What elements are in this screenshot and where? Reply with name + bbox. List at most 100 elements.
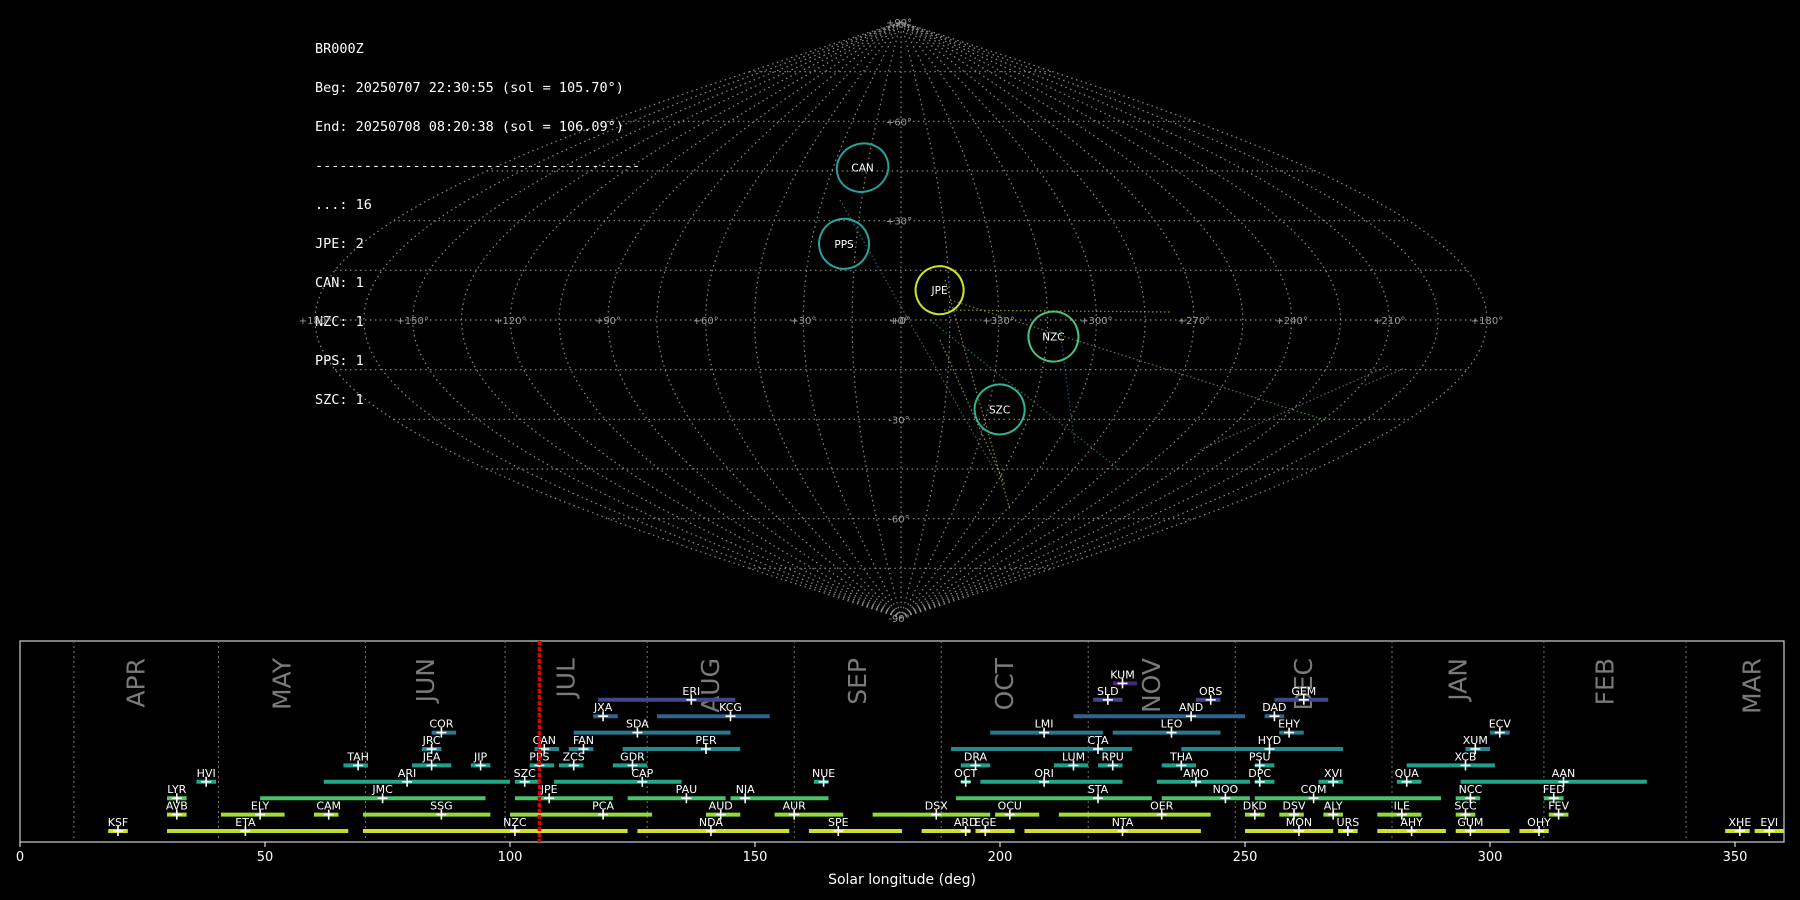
shower-label: DSX <box>925 800 948 813</box>
shower-ors: ORS <box>1196 685 1222 705</box>
shower-label: PER <box>695 734 717 747</box>
shower-label: DKD <box>1243 800 1267 813</box>
shower-label: OHY <box>1527 816 1551 829</box>
shower-label: GUM <box>1457 816 1483 829</box>
shower-label: NCC <box>1459 783 1483 796</box>
shower-scc: SCC <box>1454 800 1477 820</box>
month-label-apr: APR <box>122 658 151 708</box>
longitude-label: +150° <box>396 316 428 327</box>
shower-label: HYD <box>1258 734 1281 747</box>
shower-label: CAP <box>631 767 653 780</box>
shower-label: XVI <box>1324 767 1342 780</box>
shower-label: SDA <box>626 718 649 731</box>
sky-map: +180° +150° +120° +90° +60° +30° +0° +330° +300°… <box>299 18 1503 625</box>
shower-label: KSF <box>108 816 129 829</box>
shower-label: EHY <box>1278 718 1300 731</box>
shower-xhe: XHE <box>1725 816 1751 836</box>
longitude-label: +30° <box>790 316 816 327</box>
shower-label: ARI <box>398 767 416 780</box>
longitude-label: +240° <box>1275 316 1307 327</box>
shower-label: HVI <box>197 767 216 780</box>
month-label-jun: JUN <box>411 658 440 704</box>
shower-label: ILE <box>1394 800 1410 813</box>
shower-sld: SLD <box>1093 685 1123 705</box>
month-label-jan: JAN <box>1443 658 1472 703</box>
shower-label: AHY <box>1400 816 1423 829</box>
shower-label: DAD <box>1262 701 1286 714</box>
meteor-shower-report: BR000Z Beg: 20250707 22:30:55 (sol = 105… <box>0 0 1800 900</box>
shower-label: AAN <box>1552 767 1576 780</box>
x-tick-label: 250 <box>1233 850 1258 865</box>
shower-urs: URS <box>1337 816 1359 836</box>
month-label-oct: OCT <box>990 657 1019 710</box>
shower-label: CTA <box>1087 734 1109 747</box>
shower-label: CAN <box>533 734 556 747</box>
x-axis-label: Solar longitude (deg) <box>828 872 976 888</box>
latitude-label: -90° <box>888 614 909 625</box>
longitude-label: +60° <box>693 316 719 327</box>
shower-label: JXA <box>593 701 613 714</box>
shower-label: THA <box>1169 750 1193 763</box>
shower-label: AUR <box>783 800 807 813</box>
x-tick-label: 300 <box>1478 850 1503 865</box>
shower-label: AUD <box>709 800 733 813</box>
meteor-track <box>1059 329 1076 446</box>
meridian-line <box>607 21 902 619</box>
latitude-label: +90° <box>886 18 912 29</box>
shower-timeline-chart: APR MAY JUN JUL AUG SEP OCT NOV DEC JAN FEB MARKSF E… <box>16 640 1785 888</box>
x-tick-label: 350 <box>1723 850 1748 865</box>
shower-label: XCB <box>1455 750 1477 763</box>
shower-label: DSV <box>1283 800 1306 813</box>
longitude-label: +300° <box>1080 316 1112 327</box>
longitude-label: +210° <box>1373 316 1405 327</box>
shower-jrc: JRC <box>422 734 442 754</box>
radiant-label-szc: SZC <box>989 404 1010 416</box>
shower-label: ELY <box>251 800 270 813</box>
shower-label: NUE <box>812 767 835 780</box>
shower-label: LYR <box>167 783 186 796</box>
shower-label: DRA <box>964 750 988 763</box>
month-label-sep: SEP <box>843 658 872 705</box>
shower-label: PCA <box>592 800 614 813</box>
shower-can: CAN <box>533 734 559 754</box>
shower-label: OCT <box>954 767 977 780</box>
shower-label: SSG <box>430 800 453 813</box>
month-label-nov: NOV <box>1137 658 1166 713</box>
latitude-label: +30° <box>886 217 912 228</box>
longitude-label: +330° <box>982 316 1014 327</box>
shower-label: MON <box>1286 816 1312 829</box>
latitude-label: -30° <box>888 415 909 426</box>
longitude-label: +180° <box>1471 316 1503 327</box>
shower-label: TAH <box>346 750 369 763</box>
shower-cor: COR <box>429 718 457 738</box>
shower-label: AMO <box>1183 767 1209 780</box>
x-tick-label: 100 <box>498 850 523 865</box>
shower-label: COM <box>1301 783 1327 796</box>
x-tick-label: 200 <box>988 850 1013 865</box>
shower-label: ECV <box>1489 718 1512 731</box>
longitude-label: +120° <box>494 316 526 327</box>
shower-label: GEM <box>1291 685 1316 698</box>
shower-label: PAU <box>676 783 698 796</box>
shower-label: ALY <box>1324 800 1343 813</box>
shower-ksf: KSF <box>108 816 129 836</box>
longitude-label: +270° <box>1178 316 1210 327</box>
latitude-label: +0° <box>889 316 909 327</box>
meteor-track <box>1364 367 1406 386</box>
shower-label: KUM <box>1110 668 1134 681</box>
meteor-track <box>839 199 1001 481</box>
shower-label: KCG <box>719 701 742 714</box>
shower-label: STA <box>1088 783 1109 796</box>
shower-label: ORI <box>1034 767 1054 780</box>
shower-label: CAM <box>316 800 341 813</box>
month-label-mar: MAR <box>1737 658 1766 714</box>
shower-label: OER <box>1150 800 1174 813</box>
shower-label: JRC <box>422 734 441 747</box>
shower-label: LMI <box>1035 718 1054 731</box>
shower-label: ERI <box>682 685 700 698</box>
shower-ecv: ECV <box>1489 718 1512 738</box>
shower-label: FAN <box>573 734 594 747</box>
radiant-label-nzc: NZC <box>1042 332 1064 344</box>
shower-label: NTA <box>1112 816 1134 829</box>
shower-label: AND <box>1179 701 1203 714</box>
